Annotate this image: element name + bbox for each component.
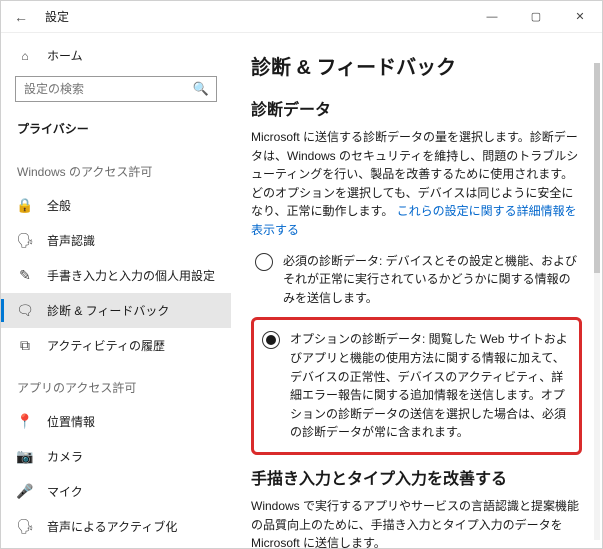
- diagnostic-description: Microsoft に送信する診断データの量を選択します。診断データは、Wind…: [251, 128, 582, 240]
- radio-icon: [262, 331, 280, 349]
- search-input[interactable]: [15, 76, 217, 102]
- close-button[interactable]: ✕: [558, 1, 602, 33]
- lock-icon: 🔒: [17, 197, 33, 214]
- radio-required-diagnostic[interactable]: 必須の診断データ: デバイスとその設定と機能、およびそれが正常に実行されているか…: [251, 246, 582, 314]
- radio-optional-label: オプションの診断データ: 閲覧した Web サイトおよびアプリと機能の使用方法に…: [290, 330, 571, 442]
- radio-required-label: 必須の診断データ: デバイスとその設定と機能、およびそれが正常に実行されているか…: [283, 252, 578, 308]
- sidebar-item[interactable]: 🗣 音声によるアクティブ化: [1, 509, 231, 544]
- highlighted-option: オプションの診断データ: 閲覧した Web サイトおよびアプリと機能の使用方法に…: [251, 317, 582, 455]
- content-area: 診断 & フィードバック 診断データ Microsoft に送信する診断データの…: [231, 33, 602, 548]
- minimize-button[interactable]: ―: [470, 1, 514, 33]
- scrollbar-thumb[interactable]: [594, 63, 600, 273]
- sidebar-item-label: 全般: [47, 197, 71, 214]
- current-category: プライバシー: [1, 110, 231, 147]
- page-title: 診断 & フィードバック: [251, 51, 582, 80]
- activity-icon: ⧉: [17, 337, 33, 354]
- titlebar: ← 設定 ― ▢ ✕: [1, 1, 602, 33]
- sidebar-item-label: 位置情報: [47, 413, 95, 430]
- feedback-icon: 🗨: [17, 302, 33, 319]
- scrollbar[interactable]: [594, 63, 600, 540]
- sidebar-item[interactable]: 📷 カメラ: [1, 439, 231, 474]
- sidebar-item-label: アクティビティの履歴: [47, 337, 165, 354]
- sidebar-item[interactable]: 🔒 全般: [1, 188, 231, 223]
- home-link[interactable]: ⌂ ホーム: [1, 39, 231, 72]
- heading-inking-typing: 手描き入力とタイプ入力を改善する: [251, 465, 582, 489]
- home-icon: ⌂: [17, 49, 33, 63]
- sidebar-item-label: 診断 & フィードバック: [47, 302, 169, 319]
- handwriting-icon: ✎: [17, 267, 33, 284]
- sidebar: ⌂ ホーム 🔍 プライバシー Windows のアクセス許可 🔒 全般 🗣 音声認識 ✎…: [1, 33, 231, 548]
- sidebar-item[interactable]: 🗣 音声認識: [1, 223, 231, 258]
- maximize-button[interactable]: ▢: [514, 1, 558, 33]
- microphone-icon: 🎤: [17, 483, 33, 500]
- section-windows-permissions: Windows のアクセス許可: [1, 147, 231, 188]
- voice-activation-icon: 🗣: [17, 518, 33, 535]
- search-icon: 🔍: [193, 81, 209, 97]
- sidebar-item-label: カメラ: [47, 448, 83, 465]
- sidebar-item[interactable]: 📍 位置情報: [1, 404, 231, 439]
- speech-icon: 🗣: [17, 232, 33, 249]
- camera-icon: 📷: [17, 448, 33, 465]
- back-button[interactable]: ←: [9, 5, 33, 29]
- sidebar-item[interactable]: 🗨 診断 & フィードバック: [1, 293, 231, 328]
- heading-diagnostic-data: 診断データ: [251, 96, 582, 120]
- sidebar-item-label: 手書き入力と入力の個人用設定: [47, 267, 215, 284]
- sidebar-item-label: 音声認識: [47, 232, 95, 249]
- location-icon: 📍: [17, 413, 33, 430]
- radio-optional-diagnostic[interactable]: オプションの診断データ: 閲覧した Web サイトおよびアプリと機能の使用方法に…: [258, 324, 575, 448]
- sidebar-item-label: マイク: [47, 483, 83, 500]
- sidebar-item[interactable]: ✎ 手書き入力と入力の個人用設定: [1, 258, 231, 293]
- window-title: 設定: [45, 8, 69, 25]
- search-box[interactable]: 🔍: [15, 76, 217, 102]
- sidebar-item-label: 音声によるアクティブ化: [47, 518, 177, 535]
- home-label: ホーム: [47, 47, 83, 64]
- section-app-permissions: アプリのアクセス許可: [1, 363, 231, 404]
- sidebar-item[interactable]: 🎤 マイク: [1, 474, 231, 509]
- sidebar-item[interactable]: ⧉ アクティビティの履歴: [1, 328, 231, 363]
- radio-icon: [255, 253, 273, 271]
- inking-description: Windows で実行するアプリやサービスの言語認識と提案機能の品質向上のために…: [251, 497, 582, 548]
